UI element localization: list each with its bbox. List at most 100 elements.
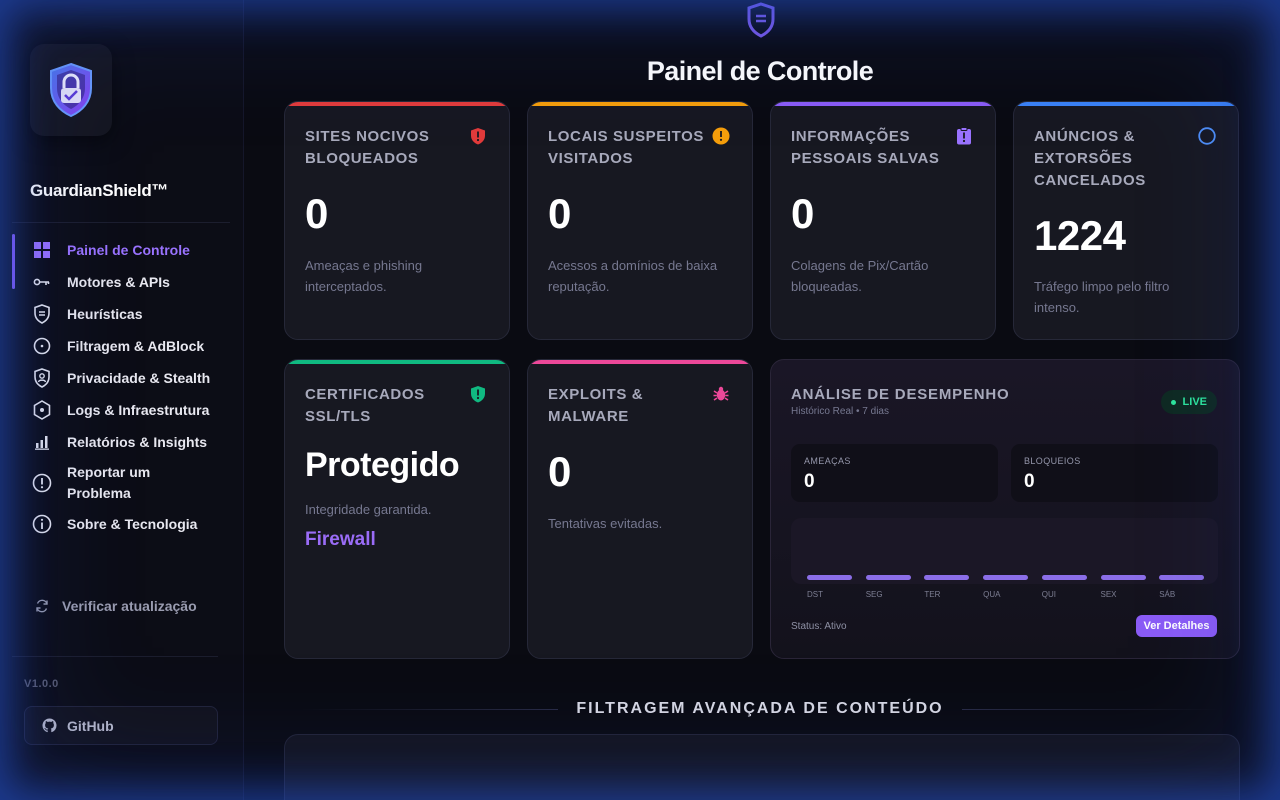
section-divider (961, 708, 1220, 710)
grid-icon (32, 240, 52, 260)
threats-value: 0 (804, 471, 815, 492)
card-title: INFORMAÇÕES PESSOAIS SALVAS (791, 128, 940, 167)
card-accent-bar (285, 360, 509, 364)
card-title: ANÚNCIOS & EXTORSÕES CANCELADOS (1034, 128, 1146, 189)
card-description: Acessos a domínios de baixa reputação. (548, 258, 718, 294)
chart-day-label: DST (807, 590, 823, 599)
clock-circle-icon (32, 336, 52, 356)
version-label: V1.0.0 (24, 678, 59, 690)
alert-circle-icon (32, 473, 52, 493)
chart-day-label: QUI (1041, 590, 1057, 599)
github-button[interactable]: GitHub (24, 706, 218, 745)
chart-bar (807, 575, 852, 580)
card-title: SITES NOCIVOS BLOQUEADOS (305, 128, 430, 167)
warning-circle-icon (712, 127, 730, 145)
card-title: CERTIFICADOS SSL/TLS (305, 386, 425, 425)
sidebar-item-label: Filtragem & AdBlock (67, 338, 205, 354)
card-accent-bar (528, 102, 752, 106)
performance-title: ANÁLISE DE DESEMPENHO (791, 386, 1010, 403)
sidebar-item-label: Heurísticas (67, 306, 143, 322)
sidebar-divider (12, 222, 230, 223)
sidebar-item-report-problem[interactable]: Reportar um Problema (12, 458, 232, 508)
chart-bar (983, 575, 1029, 580)
sidebar-item-reports[interactable]: Relatórios & Insights (12, 426, 232, 458)
sidebar-divider (12, 656, 218, 657)
app-logo (30, 44, 112, 136)
status-text: Status: Ativo (791, 621, 847, 632)
chart-day-label: SEG (865, 590, 883, 599)
chart-bar (1159, 575, 1205, 580)
shield-check-icon (471, 386, 485, 403)
performance-subtitle: Histórico Real • 7 dias (791, 406, 889, 417)
card-accent-bar (528, 360, 752, 364)
chart-day-label: SÁB (1159, 590, 1176, 599)
key-icon (32, 272, 52, 292)
chart-day-label: SEX (1100, 590, 1117, 599)
shield-lines-icon (747, 2, 775, 38)
blocks-label: BLOQUEIOS (1024, 456, 1081, 466)
page-title: Painel de Controle (646, 56, 874, 86)
blocks-value: 0 (1024, 471, 1035, 492)
clipboard-alert-icon (957, 127, 971, 145)
card-description: Tentativas evitadas. (548, 516, 663, 531)
section-title: FILTRAGEM AVANÇADA DE CONTEÚDO (576, 700, 944, 717)
card-value: Protegido (305, 446, 460, 484)
card-description: Colagens de Pix/Cartão bloqueadas. (791, 258, 929, 294)
threats-stat: AMEAÇAS 0 (791, 444, 998, 502)
sidebar-item-dashboard[interactable]: Painel de Controle (12, 234, 232, 289)
sidebar-item-label: Relatórios & Insights (67, 434, 208, 450)
card-value: 1224 (1034, 212, 1126, 259)
card-description: Integridade garantida. (305, 502, 432, 517)
card-value: 0 (305, 190, 328, 237)
hexagon-icon (32, 400, 52, 420)
stat-card-ssl: CERTIFICADOS SSL/TLS Protegido Integrida… (284, 359, 510, 659)
sidebar-item-label: Privacidade & Stealth (67, 370, 211, 386)
sidebar-item-label: Painel de Controle (67, 242, 190, 258)
stat-card-ads-cancelled: ANÚNCIOS & EXTORSÕES CANCELADOS 1224 Trá… (1013, 101, 1239, 340)
live-badge: LIVE (1160, 390, 1217, 414)
chart-bar (865, 575, 911, 580)
shield-lock-icon (50, 62, 92, 118)
sidebar-item-about[interactable]: Sobre & Tecnologia (12, 508, 232, 540)
github-label: GitHub (67, 717, 114, 734)
sidebar-item-heuristics[interactable]: Heurísticas (12, 298, 232, 330)
sidebar-item-label: Reportar um Problema (67, 464, 151, 501)
sidebar-item-logs[interactable]: Logs & Infraestrutura (12, 394, 232, 426)
stat-card-exploits: EXPLOITS & MALWARE 0 Tentativas evitadas… (527, 359, 753, 659)
card-accent-bar (1014, 102, 1238, 106)
sidebar-item-filtering[interactable]: Filtragem & AdBlock (12, 330, 232, 362)
shield-person-icon (32, 368, 52, 388)
sidebar-item-label: Logs & Infraestrutura (67, 402, 210, 418)
bug-icon (713, 386, 729, 401)
view-details-button[interactable]: Ver Detalhes (1136, 615, 1217, 637)
sidebar-nav: Painel de Controle Motores & APIs Heurís… (12, 232, 232, 540)
card-value: 0 (791, 190, 814, 237)
section-divider (300, 708, 559, 710)
sidebar-item-privacy[interactable]: Privacidade & Stealth (12, 362, 232, 394)
brand-name: GuardianShield™ (30, 181, 169, 200)
card-title: LOCAIS SUSPEITOS VISITADOS (548, 128, 705, 167)
threats-label: AMEAÇAS (804, 456, 851, 466)
card-value: 0 (548, 448, 571, 495)
firewall-label: Firewall (305, 529, 376, 550)
chart-day-label: TER (924, 590, 941, 599)
shield-lines-icon (32, 304, 52, 324)
check-update-button[interactable]: Verificar atualização (32, 596, 197, 616)
sidebar: GuardianShield™ Painel de Controle Motor… (0, 0, 244, 800)
chart-bar (1100, 575, 1146, 580)
performance-card: ANÁLISE DE DESEMPENHO Histórico Real • 7… (770, 359, 1240, 659)
stat-card-suspicious-visits: LOCAIS SUSPEITOS VISITADOS 0 Acessos a d… (527, 101, 753, 340)
alert-shield-icon (471, 128, 485, 145)
refresh-icon (32, 596, 52, 616)
chart-bar (924, 575, 970, 580)
card-description: Tráfego limpo pelo filtro intenso. (1034, 279, 1170, 315)
sidebar-item-label: Motores & APIs (67, 274, 170, 290)
chart-day-label: QUA (983, 590, 1001, 599)
live-dot-icon (1170, 399, 1176, 405)
sidebar-item-label: Sobre & Tecnologia (67, 516, 198, 532)
live-label: LIVE (1182, 396, 1207, 408)
blocks-stat: BLOQUEIOS 0 (1011, 444, 1218, 502)
card-value: 0 (548, 190, 571, 237)
sidebar-item-engines[interactable]: Motores & APIs (12, 266, 232, 298)
github-icon (39, 716, 59, 736)
